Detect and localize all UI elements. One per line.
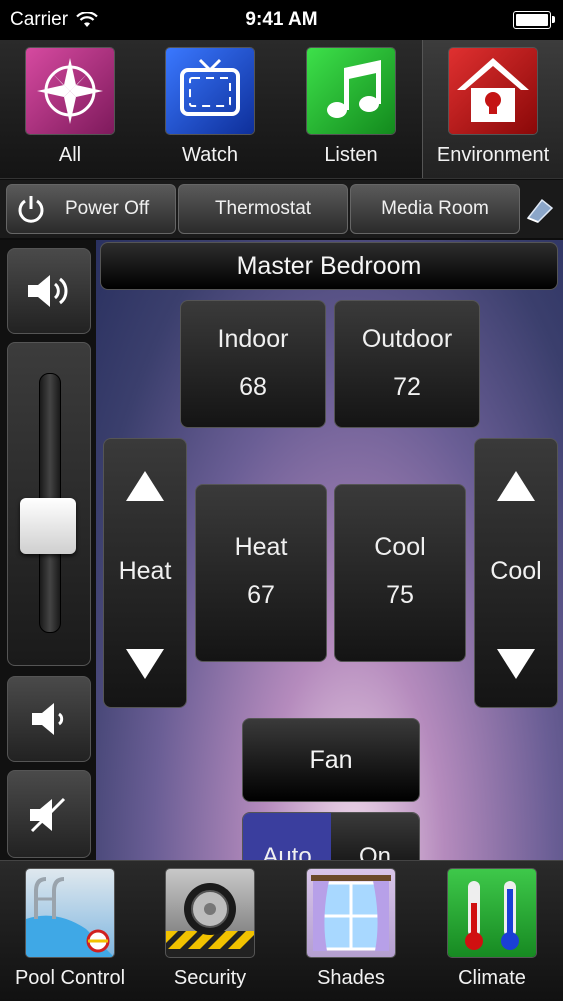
safe-dial-icon xyxy=(166,869,254,957)
cool-down-arrow-icon[interactable] xyxy=(497,649,535,679)
mute-button[interactable] xyxy=(7,770,91,858)
volume-down-button[interactable] xyxy=(7,676,91,762)
nav-item-security[interactable]: Security xyxy=(140,861,280,1001)
edit-icon[interactable] xyxy=(524,194,556,224)
nav-item-shades[interactable]: Shades xyxy=(281,861,421,1001)
heat-adjust-control: Heat xyxy=(103,438,187,708)
volume-slider-thumb[interactable] xyxy=(20,498,76,555)
room-title: Master Bedroom xyxy=(100,242,558,290)
window-shades-icon xyxy=(307,869,395,957)
nav-label-pool-control: Pool Control xyxy=(14,967,126,989)
power-off-button[interactable]: Power Off xyxy=(6,184,176,234)
cool-setpoint-label: Cool xyxy=(374,533,426,561)
thermostat-label: Thermostat xyxy=(214,198,312,219)
outdoor-temp-display: Outdoor 72 xyxy=(334,300,480,428)
nav-item-environment[interactable]: Environment xyxy=(422,40,563,178)
nav-item-listen[interactable]: Listen xyxy=(281,40,421,178)
fan-button[interactable]: Fan xyxy=(242,718,420,802)
heat-adjust-label: Heat xyxy=(118,557,172,585)
bottom-category-nav: Pool Control Security Shades Climate xyxy=(0,860,563,1001)
cool-adjust-control: Cool xyxy=(474,438,558,708)
nav-item-all[interactable]: All xyxy=(0,40,140,178)
nav-item-climate[interactable]: Climate xyxy=(422,861,562,1001)
nav-item-watch[interactable]: Watch xyxy=(140,40,280,178)
nav-label-watch: Watch xyxy=(182,144,238,166)
nav-label-environment: Environment xyxy=(436,144,550,166)
indoor-temp-display: Indoor 68 xyxy=(180,300,326,428)
heat-setpoint-value: 67 xyxy=(247,581,275,609)
nav-label-listen: Listen xyxy=(324,144,378,166)
cool-adjust-label: Cool xyxy=(490,557,542,585)
compass-icon xyxy=(26,48,114,134)
speaker-loud-icon xyxy=(28,275,68,307)
speaker-soft-icon xyxy=(32,703,64,735)
volume-up-button[interactable] xyxy=(7,248,91,334)
fan-on-button[interactable]: On xyxy=(331,813,419,861)
house-bulb-icon xyxy=(449,48,537,134)
tv-icon xyxy=(166,48,254,134)
speaker-mute-icon xyxy=(30,797,66,833)
cool-setpoint-display: Cool 75 xyxy=(334,484,466,662)
power-icon xyxy=(18,196,44,223)
nav-label-climate: Climate xyxy=(458,967,526,989)
status-bar: Carrier 9:41 AM xyxy=(0,0,563,40)
pool-icon xyxy=(26,869,114,957)
thermometer-icon xyxy=(448,869,536,957)
cool-up-arrow-icon[interactable] xyxy=(497,471,535,501)
indoor-label: Indoor xyxy=(217,325,289,353)
outdoor-value: 72 xyxy=(393,373,421,401)
nav-label-security: Security xyxy=(173,967,247,989)
heat-setpoint-label: Heat xyxy=(234,533,288,561)
heat-down-arrow-icon[interactable] xyxy=(126,649,164,679)
power-off-label: Power Off xyxy=(65,198,150,219)
status-time: 9:41 AM xyxy=(245,9,318,30)
scene-bar: Power Off Thermostat Media Room xyxy=(0,180,563,238)
media-room-label: Media Room xyxy=(381,198,489,219)
heat-setpoint-display: Heat 67 xyxy=(195,484,327,662)
battery-icon xyxy=(513,11,555,29)
heat-up-arrow-icon[interactable] xyxy=(126,471,164,501)
top-category-nav: All Watch Listen Environment xyxy=(0,40,563,179)
cool-setpoint-value: 75 xyxy=(386,581,414,609)
nav-item-pool-control[interactable]: Pool Control xyxy=(0,861,140,1001)
fan-auto-button[interactable]: Auto xyxy=(243,813,331,861)
indoor-value: 68 xyxy=(239,373,267,401)
thermostat-button[interactable]: Thermostat xyxy=(178,184,348,234)
fan-mode-toggle: Auto On xyxy=(242,812,420,862)
nav-label-all: All xyxy=(58,144,82,166)
media-room-button[interactable]: Media Room xyxy=(350,184,520,234)
nav-label-shades: Shades xyxy=(317,967,385,989)
music-note-icon xyxy=(307,48,395,134)
outdoor-label: Outdoor xyxy=(361,325,453,353)
volume-slider[interactable] xyxy=(7,342,91,666)
